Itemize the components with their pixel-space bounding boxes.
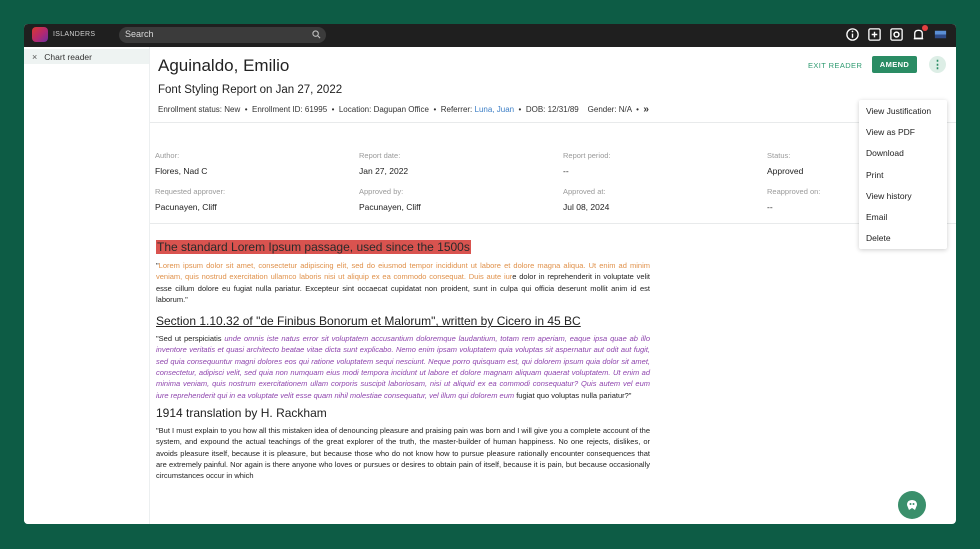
enrollment-status: New	[224, 105, 241, 114]
field-label: Requested approver:	[155, 187, 226, 196]
field-report-date: Report date: Jan 27, 2022	[359, 151, 408, 176]
field-label: Approved at:	[563, 187, 606, 196]
field-value: --	[563, 166, 569, 176]
fields-divider	[150, 223, 956, 224]
enrollment-id-label: Enrollment ID:	[251, 105, 303, 114]
field-value: Jan 27, 2022	[359, 166, 409, 176]
flag-icon[interactable]	[933, 27, 948, 42]
menu-item-view-history[interactable]: View history	[859, 185, 947, 206]
location-label: Location:	[338, 105, 372, 114]
field-approved-at: Approved at: Jul 08, 2024	[563, 187, 609, 212]
field-label: Status:	[767, 151, 791, 160]
close-icon[interactable]: ×	[32, 52, 37, 62]
enrollment-id: 61995	[304, 105, 328, 114]
amend-button[interactable]: AMEND	[872, 56, 917, 73]
referrer-label: Referrer:	[440, 105, 473, 114]
exit-reader-button[interactable]: EXIT READER	[808, 61, 862, 70]
field-value: Approved	[767, 166, 804, 176]
field-report-period: Report period: --	[563, 151, 611, 176]
tab-label: Chart reader	[44, 51, 92, 62]
brand-name: ISLANDERS	[53, 31, 96, 38]
menu-item-delete[interactable]: Delete	[859, 228, 947, 249]
field-label: Approved by:	[359, 187, 404, 196]
more-options-button[interactable]: ⋮	[929, 56, 946, 73]
help-bot-button[interactable]	[898, 491, 926, 519]
dob: 12/31/89	[547, 105, 579, 114]
field-author: Author: Flores, Nad C	[155, 151, 207, 176]
report-view: Aguinaldo, Emilio Font Styling Report on…	[150, 47, 956, 524]
notification-icon[interactable]	[911, 25, 928, 42]
search-box[interactable]: Search	[119, 27, 326, 43]
paragraph-lorem: "Lorem ipsum dolor sit amet, consectetur…	[156, 260, 650, 305]
dob-label: DOB:	[525, 105, 546, 114]
menu-item-email[interactable]: Email	[859, 206, 947, 227]
field-value: Jul 08, 2024	[563, 202, 610, 212]
app-window: ISLANDERS Search × Chart reader Aguinald…	[24, 24, 956, 524]
location: Dagupan Office	[373, 105, 430, 114]
heading-section-11032: Section 1.10.32 of "de Finibus Bonorum e…	[156, 314, 581, 329]
field-status: Status: Approved	[767, 151, 803, 176]
enrollment-status-label: Enrollment status:	[158, 105, 223, 114]
plus-square-icon[interactable]	[867, 27, 882, 42]
expand-meta-button[interactable]: »	[643, 104, 649, 115]
field-reapproved-on: Reapproved on: --	[767, 187, 820, 212]
menu-item-download[interactable]: Download	[859, 143, 947, 164]
gender: N/A	[618, 105, 632, 114]
field-label: Reapproved on:	[767, 187, 821, 196]
report-title: Font Styling Report on Jan 27, 2022	[158, 84, 343, 96]
gender-label: Gender:	[587, 105, 617, 114]
field-value: Flores, Nad C	[155, 166, 208, 176]
info-icon[interactable]	[845, 27, 860, 42]
plain-text: fugiat quo voluptas nulla pariatur?"	[514, 390, 632, 400]
header-divider	[150, 122, 956, 123]
toolbar-icons	[845, 25, 948, 42]
top-bar: ISLANDERS Search	[24, 24, 956, 47]
settings-icon[interactable]	[889, 27, 904, 42]
tab-chart-reader[interactable]: × Chart reader	[24, 49, 149, 64]
document-body: The standard Lorem Ipsum passage, used s…	[156, 238, 650, 481]
logo-icon	[32, 27, 48, 42]
referrer-link[interactable]: Luna, Juan	[475, 105, 515, 114]
heading-translation: 1914 translation by H. Rackham	[156, 405, 327, 420]
enrollment-meta: Enrollment status: New • Enrollment ID: …	[158, 104, 649, 115]
menu-item-view-justification[interactable]: View Justification	[859, 100, 947, 121]
field-label: Report date:	[359, 151, 401, 160]
heading-standard-passage: The standard Lorem Ipsum passage, used s…	[156, 240, 471, 254]
field-label: Author:	[155, 151, 180, 160]
help-bot-icon	[907, 500, 917, 510]
field-requested-approver: Requested approver: Pacunayen, Cliff	[155, 187, 225, 212]
patient-name: Aguinaldo, Emilio	[158, 56, 290, 75]
field-value: Pacunayen, Cliff	[155, 202, 217, 212]
notification-badge	[922, 25, 928, 31]
field-label: Report period:	[563, 151, 611, 160]
paragraph-sed-ut: "Sed ut perspiciatis unde omnis iste nat…	[156, 333, 650, 401]
field-value: --	[767, 202, 773, 212]
menu-item-print[interactable]: Print	[859, 164, 947, 185]
field-value: Pacunayen, Cliff	[359, 202, 421, 212]
field-approved-by: Approved by: Pacunayen, Cliff	[359, 187, 421, 212]
left-panel: × Chart reader	[24, 47, 150, 524]
brand-logo[interactable]: ISLANDERS	[32, 27, 95, 42]
plain-text: "Sed ut perspiciatis	[156, 334, 225, 344]
menu-item-view-as-pdf[interactable]: View as PDF	[859, 121, 947, 142]
search-input[interactable]: Search	[125, 29, 154, 39]
search-icon[interactable]	[312, 30, 321, 39]
paragraph-translation: "But I must explain to you how all this …	[156, 425, 650, 481]
more-options-menu: View Justification View as PDF Download …	[859, 100, 947, 249]
